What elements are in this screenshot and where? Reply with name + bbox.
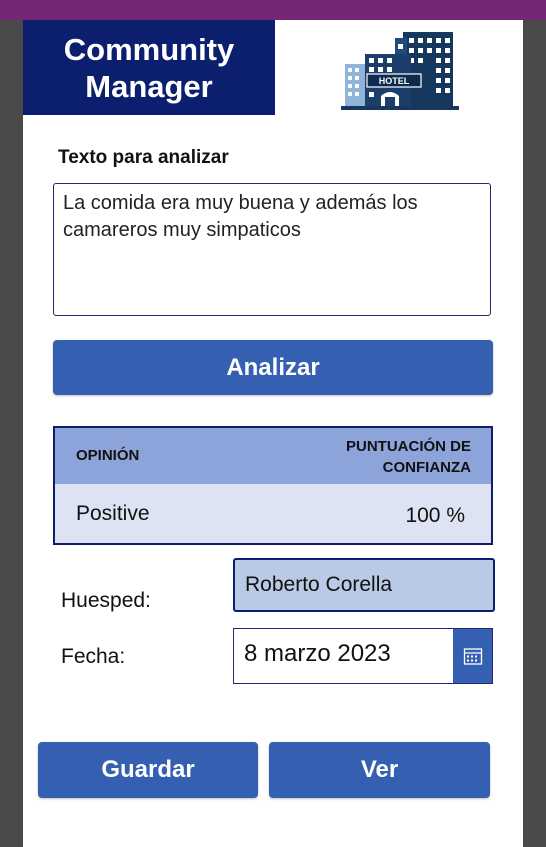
date-picker[interactable]: 8 marzo 2023 (233, 628, 493, 684)
analyze-text-input[interactable]: La comida era muy buena y además los cam… (53, 183, 491, 316)
analyze-button[interactable]: Analizar (53, 340, 493, 395)
confidence-header-line2: CONFIANZA (382, 459, 471, 476)
view-button[interactable]: Ver (269, 742, 490, 798)
save-button[interactable]: Guardar (38, 742, 258, 798)
app-title-line1: Community (63, 31, 235, 67)
calendar-button[interactable] (453, 629, 492, 683)
top-bar (0, 0, 546, 20)
confidence-column-header: PUNTUACIÓN DE CONFIANZA (311, 436, 471, 478)
guest-input[interactable]: Roberto Corella (233, 558, 495, 612)
opinion-column-header: OPINIÓN (76, 447, 140, 464)
results-table: OPINIÓN PUNTUACIÓN DE CONFIANZA Positive… (53, 426, 493, 545)
results-table-header: OPINIÓN PUNTUACIÓN DE CONFIANZA (55, 428, 491, 484)
confidence-header-line1: PUNTUACIÓN DE (345, 438, 471, 455)
opinion-value: Positive (76, 502, 150, 525)
analyze-text-label: Texto para analizar (58, 147, 229, 168)
app-screen: Community Manager HOTEL Texto para anali… (23, 20, 523, 847)
calendar-icon (463, 648, 482, 665)
hotel-sign-text: HOTEL (379, 76, 410, 86)
app-title-line2: Manager (85, 68, 213, 104)
date-value: 8 marzo 2023 (244, 640, 391, 667)
guest-label: Huesped: (61, 589, 151, 612)
hotel-building-icon: HOTEL (341, 32, 459, 110)
confidence-value: 100 % (405, 504, 465, 527)
app-title: Community Manager (23, 20, 275, 115)
date-label: Fecha: (61, 645, 126, 668)
